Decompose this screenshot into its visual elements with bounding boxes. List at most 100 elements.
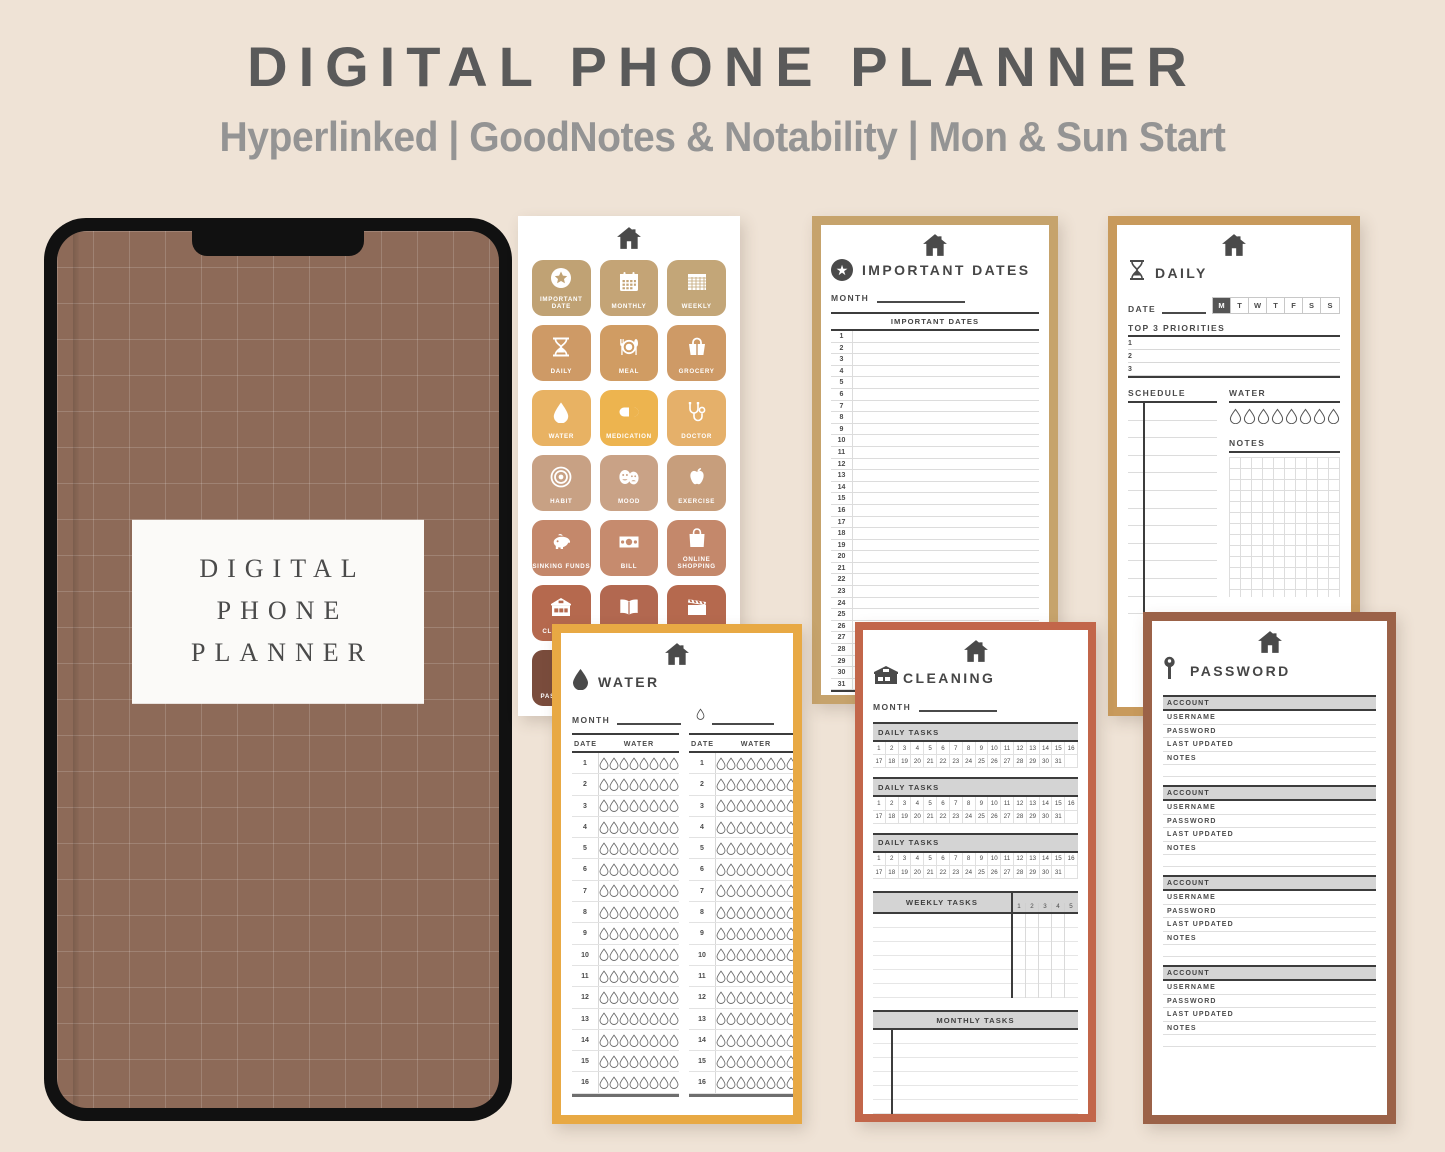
table-row[interactable]: 16	[572, 1072, 679, 1094]
schedule-row[interactable]	[1128, 526, 1217, 544]
icon-tile-monthly[interactable]: MONTHLY	[599, 260, 659, 316]
row-field[interactable]	[853, 482, 1039, 493]
table-row[interactable]: 11	[831, 446, 1039, 459]
weekly-task-row[interactable]	[873, 914, 1078, 929]
day-cell[interactable]: 28	[1013, 865, 1027, 880]
weekday-3[interactable]: T	[1267, 298, 1285, 313]
day-cell[interactable]: 21	[924, 810, 938, 824]
day-cell[interactable]: 6	[937, 797, 950, 811]
day-cell[interactable]: 14	[1039, 742, 1053, 756]
day-cell[interactable]: 20	[911, 755, 925, 769]
schedule-row[interactable]	[1128, 544, 1217, 562]
day-cell[interactable]: 16	[1065, 797, 1078, 811]
day-cell[interactable]: 3	[898, 742, 912, 756]
table-row[interactable]: 6	[831, 388, 1039, 401]
monthly-task-row[interactable]	[873, 1086, 1078, 1101]
table-row[interactable]: 25	[831, 609, 1039, 621]
day-cell[interactable]: 8	[962, 742, 976, 756]
day-cell[interactable]: 9	[975, 797, 989, 811]
day-cell[interactable]: 27	[1001, 810, 1014, 824]
password-entry-block[interactable]: ACCOUNT USERNAME PASSWORD LAST UPDATED NOTES	[1163, 875, 1376, 965]
row-field[interactable]	[853, 493, 1039, 504]
water-drop-icon[interactable]	[1243, 408, 1256, 429]
table-row[interactable]: 13	[689, 1008, 793, 1030]
notes-extra-line[interactable]	[1163, 855, 1376, 867]
row-drops[interactable]	[599, 1076, 679, 1090]
day-cell[interactable]: 26	[988, 810, 1002, 824]
day-cell[interactable]: 18	[885, 755, 899, 769]
weekly-task-row[interactable]	[873, 942, 1078, 957]
field-notes[interactable]: NOTES	[1163, 842, 1376, 855]
day-cell[interactable]: 12	[1013, 742, 1027, 756]
day-cell[interactable]: 23	[949, 865, 963, 880]
monthly-tasks-body[interactable]	[873, 1030, 1078, 1114]
row-field[interactable]	[853, 343, 1039, 354]
schedule-row[interactable]	[1128, 491, 1217, 509]
row-field[interactable]	[853, 470, 1039, 481]
table-row[interactable]: 10	[572, 944, 679, 966]
row-drops[interactable]	[599, 948, 679, 962]
row-drops[interactable]	[599, 991, 679, 1004]
password-entry-block[interactable]: ACCOUNT USERNAME PASSWORD LAST UPDATED NOTES	[1163, 785, 1376, 875]
month-input[interactable]	[877, 301, 966, 303]
icon-tile-doctor[interactable]: DOCTOR	[667, 390, 726, 446]
row-drops[interactable]	[599, 820, 679, 834]
row-field[interactable]	[853, 540, 1039, 551]
field-password[interactable]: PASSWORD	[1163, 995, 1376, 1008]
weekly-col-2[interactable]: 2	[1026, 903, 1039, 913]
schedule-row[interactable]	[1128, 509, 1217, 527]
table-row[interactable]: 2	[689, 774, 793, 796]
water-drop-icon[interactable]	[1257, 408, 1270, 429]
day-cell[interactable]: 14	[1039, 852, 1053, 866]
table-row[interactable]: 4	[572, 816, 679, 839]
day-cell[interactable]: 21	[924, 865, 938, 880]
row-field[interactable]	[853, 609, 1039, 620]
day-number-grid[interactable]: 1 2 3 4 5 6 7 8 9 10 11 12 13 14 15 16 17 18 19 20 21 22 23 24 2…	[873, 852, 1078, 880]
table-row[interactable]: 2	[572, 774, 679, 796]
priority-field[interactable]	[1142, 350, 1340, 362]
day-cell[interactable]: 11	[1001, 797, 1014, 811]
table-row[interactable]: 12	[572, 987, 679, 1009]
row-field[interactable]	[853, 563, 1039, 574]
day-cell[interactable]: 14	[1039, 797, 1053, 811]
day-cell[interactable]: 2	[885, 852, 899, 866]
table-row[interactable]: 15	[572, 1051, 679, 1073]
day-cell[interactable]: 18	[885, 865, 899, 880]
weekly-tasks-section[interactable]: WEEKLY TASKS 12345	[873, 891, 1078, 999]
table-row[interactable]: 15	[689, 1051, 793, 1073]
icon-tile-habit[interactable]: HABIT	[532, 455, 591, 511]
schedule-row[interactable]	[1128, 421, 1217, 439]
row-field[interactable]	[853, 354, 1039, 365]
row-drops[interactable]	[716, 778, 793, 791]
table-row[interactable]: 5	[572, 838, 679, 860]
home-icon[interactable]	[572, 642, 782, 666]
table-row[interactable]: 1	[831, 331, 1039, 343]
password-entry-blocks[interactable]: ACCOUNT USERNAME PASSWORD LAST UPDATED NOTES…	[1163, 695, 1376, 1055]
row-drops[interactable]	[716, 1033, 793, 1047]
schedule-row[interactable]	[1128, 473, 1217, 491]
day-cell[interactable]: 29	[1026, 810, 1040, 824]
day-cell[interactable]: 24	[962, 755, 976, 769]
field-password[interactable]: PASSWORD	[1163, 905, 1376, 918]
table-row[interactable]: 21	[831, 562, 1039, 575]
schedule-section[interactable]: SCHEDULE	[1128, 388, 1217, 618]
table-row[interactable]: 10	[831, 435, 1039, 447]
field-username[interactable]: USERNAME	[1163, 891, 1376, 905]
day-cell[interactable]: 4	[911, 742, 925, 756]
day-cell[interactable]	[1065, 865, 1078, 880]
table-row[interactable]: 6	[689, 859, 793, 881]
day-cell[interactable]: 22	[937, 810, 950, 824]
field-notes[interactable]: NOTES	[1163, 932, 1376, 945]
day-cell[interactable]: 6	[937, 742, 950, 756]
row-drops[interactable]	[599, 756, 679, 770]
day-number-grid[interactable]: 1 2 3 4 5 6 7 8 9 10 11 12 13 14 15 16 17 18 19 20 21 22 23 24 2…	[873, 742, 1078, 769]
table-row[interactable]: 7	[689, 880, 793, 903]
day-cell[interactable]: 24	[962, 865, 976, 880]
row-drops[interactable]	[716, 1055, 793, 1068]
monthly-task-row[interactable]	[873, 1100, 1078, 1114]
field-notes[interactable]: NOTES	[1163, 1022, 1376, 1035]
row-field[interactable]	[853, 528, 1039, 539]
day-cell[interactable]: 26	[988, 755, 1002, 769]
daily-task-section[interactable]: DAILY TASKS 1 2 3 4 5 6 7 8 9 10 11 12 13 14 15 16 17 18 19…	[873, 832, 1078, 880]
schedule-row[interactable]	[1128, 579, 1217, 597]
